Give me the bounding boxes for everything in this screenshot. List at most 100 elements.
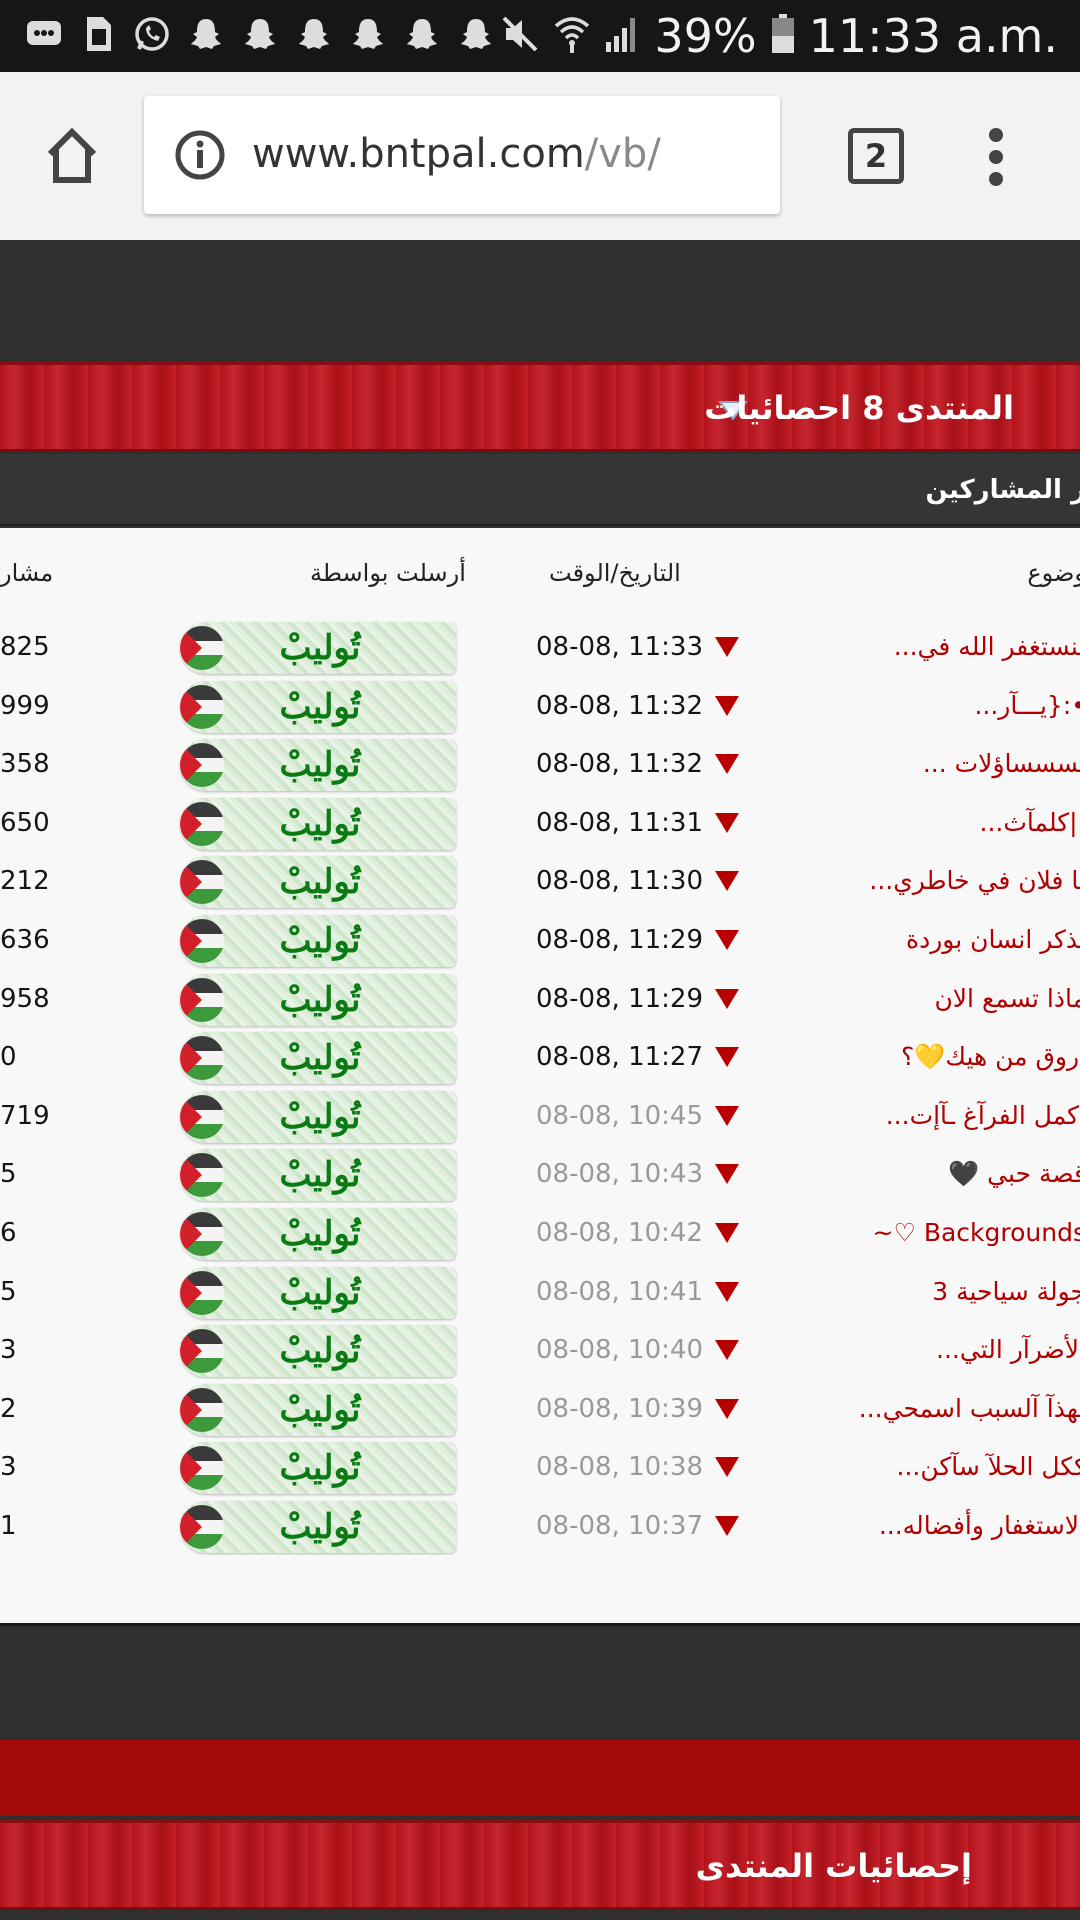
triangle-down-icon[interactable] [714, 929, 740, 951]
user-badge[interactable]: تُوليبْ [180, 1149, 456, 1202]
triangle-down-icon[interactable] [714, 1281, 740, 1303]
palestine-flag-icon [180, 626, 224, 670]
user-badge[interactable]: تُوليبْ [180, 622, 456, 674]
topic-link[interactable]: اروق من هيك💛؟ [901, 1028, 1080, 1086]
palestine-flag-icon [180, 977, 224, 1022]
topic-link[interactable]: تسسساؤلات ... [923, 735, 1080, 793]
stats-sub-tab[interactable]: ر المشاركين [0, 454, 1080, 526]
post-date: 08-08, 10:43 [536, 1159, 704, 1190]
topic-link[interactable]: الأضرآر التي... [936, 1321, 1080, 1379]
palestine-flag-icon [180, 684, 224, 729]
post-date: 08-08, 11:30 [536, 866, 704, 897]
wifi-icon [554, 14, 590, 58]
post-count: 5 [0, 1276, 17, 1307]
triangle-down-icon[interactable] [714, 1046, 740, 1068]
user-badge[interactable]: تُوليبْ [180, 1032, 456, 1085]
stats-section-header[interactable]: المنتدى 8 احصائيات [0, 362, 1080, 452]
table-row: تذكر انسان بوردة 08-08, 11:29 تُوليبْ 636 [0, 911, 1080, 969]
triangle-down-icon[interactable] [714, 870, 740, 892]
topic-link[interactable]: لنستغفر الله في... [894, 618, 1080, 676]
topic-link[interactable]: •:{يـــآر... [974, 677, 1080, 735]
post-date: 08-08, 10:39 [536, 1393, 704, 1424]
topic-link[interactable]: ||كلمآث... [980, 794, 1080, 852]
address-bar[interactable]: www.bntpal.com/vb/ [144, 96, 780, 214]
topic-link[interactable]: ككل الحلآ سآكن... [897, 1438, 1080, 1496]
snapchat-icon [186, 14, 226, 54]
topic-link[interactable]: قصة حبي 🖤 [948, 1145, 1080, 1203]
table-row: لهذآ آلسبب اسمحي... 08-08, 10:39 تُوليبْ 2 [0, 1380, 1080, 1438]
triangle-down-icon[interactable] [714, 988, 740, 1010]
latest-posts-table: وضوع التاريخ/الوقت أرسلت بواسطة مشار لنس… [0, 528, 1080, 1626]
stats-section-title: المنتدى 8 احصائيات [704, 389, 1014, 427]
sender-name: تُوليبْ [279, 1448, 361, 1489]
post-count: 358 [0, 749, 50, 780]
post-date: 08-08, 11:29 [536, 983, 704, 1014]
post-count: 5 [0, 1159, 17, 1190]
palestine-flag-icon [180, 1212, 224, 1256]
topic-link[interactable]: ماذا تسمع الان [934, 970, 1080, 1028]
user-badge[interactable]: تُوليبْ [180, 1090, 456, 1143]
user-badge[interactable]: تُوليبْ [180, 1266, 456, 1319]
palestine-flag-icon [180, 1505, 224, 1549]
table-row: أكمل الفرآغ ـآإت... 08-08, 10:45 تُوليبْ 71… [0, 1087, 1080, 1145]
post-count: 6 [0, 1218, 17, 1248]
signal-icon [604, 14, 640, 58]
palestine-flag-icon [180, 1094, 224, 1139]
sender-name: تُوليبْ [279, 1389, 361, 1430]
topic-link[interactable]: جولة سياحية 3 [932, 1263, 1080, 1321]
triangle-down-icon[interactable] [714, 812, 740, 834]
table-row: تسسساؤلات ... 08-08, 11:32 تُوليبْ 358 [0, 735, 1080, 793]
triangle-down-icon[interactable] [714, 1515, 740, 1537]
triangle-down-icon[interactable] [714, 1222, 740, 1244]
triangle-down-icon[interactable] [714, 1339, 740, 1361]
triangle-down-icon[interactable] [714, 636, 740, 658]
system-indicators: 39% 11:33 a.m. [500, 6, 1058, 66]
triangle-down-icon[interactable] [714, 1105, 740, 1127]
user-badge[interactable]: تُوليبْ [180, 1442, 456, 1495]
overflow-menu-button[interactable] [978, 122, 1014, 192]
user-badge[interactable]: تُوليبْ [180, 680, 456, 733]
user-badge[interactable]: تُوليبْ [180, 739, 456, 792]
triangle-down-icon[interactable] [714, 695, 740, 717]
info-icon[interactable] [174, 129, 226, 181]
forum-stats-title: إحصائيات المنتدى [695, 1847, 972, 1885]
home-button[interactable] [40, 124, 104, 188]
post-count: 212 [0, 866, 50, 897]
user-badge[interactable]: تُوليبْ [180, 797, 456, 850]
table-row: اروق من هيك💛؟ 08-08, 11:27 تُوليبْ 0 [0, 1028, 1080, 1086]
post-count: 825 [0, 632, 50, 662]
post-count: 958 [0, 983, 50, 1014]
palestine-flag-icon [180, 1446, 224, 1491]
triangle-down-icon[interactable] [714, 1456, 740, 1478]
topic-link[interactable]: الاستغفار وأفضاله... [879, 1497, 1080, 1555]
triangle-down-icon[interactable] [714, 753, 740, 775]
table-row: •:{يـــآر... 08-08, 11:32 تُوليبْ 999 [0, 677, 1080, 735]
menu-dot [989, 128, 1003, 142]
app-root: 39% 11:33 a.m. www.bntpal.com/vb/ 2 المن… [0, 0, 1080, 1920]
sender-name: تُوليبْ [279, 862, 361, 903]
user-badge[interactable]: تُوليبْ [180, 1383, 456, 1436]
palestine-flag-icon [180, 1153, 224, 1198]
topic-link[interactable]: Backgrounds ♡~ [873, 1204, 1080, 1262]
topic-link[interactable]: لهذآ آلسبب اسمحي... [859, 1380, 1080, 1438]
table-row: ||كلمآث... 08-08, 11:31 تُوليبْ 650 [0, 794, 1080, 852]
user-badge[interactable]: تُوليبْ [180, 915, 456, 967]
user-badge[interactable]: تُوليبْ [180, 973, 456, 1026]
user-badge[interactable]: تُوليبْ [180, 1325, 456, 1378]
user-badge[interactable]: تُوليبْ [180, 1208, 456, 1260]
post-count: 999 [0, 690, 50, 721]
tab-switcher-button[interactable]: 2 [848, 128, 904, 184]
user-badge[interactable]: تُوليبْ [180, 856, 456, 909]
forum-stats-header[interactable]: إحصائيات المنتدى [0, 1820, 1080, 1910]
post-date: 08-08, 10:37 [536, 1511, 704, 1541]
topic-link[interactable]: تذكر انسان بوردة [906, 911, 1080, 969]
topic-link[interactable]: أكمل الفرآغ ـآإت... [886, 1087, 1080, 1145]
triangle-down-icon[interactable] [714, 1398, 740, 1420]
user-badge[interactable]: تُوليبْ [180, 1501, 456, 1553]
post-count: 3 [0, 1335, 17, 1366]
topic-link[interactable]: يا فلان في خاطري... [869, 852, 1080, 910]
palestine-flag-icon [180, 1270, 224, 1315]
triangle-down-icon[interactable] [714, 1163, 740, 1185]
clock: 11:33 a.m. [808, 9, 1058, 63]
sender-name: تُوليبْ [279, 1507, 361, 1547]
